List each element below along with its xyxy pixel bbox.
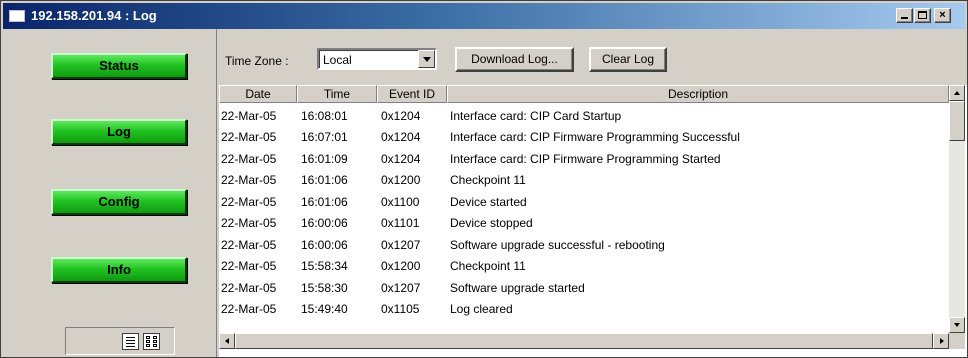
cell-time: 15:58:30 xyxy=(301,281,348,295)
cell-description: Log cleared xyxy=(450,302,513,316)
maximize-button[interactable] xyxy=(914,8,931,23)
cell-event-id: 0x1100 xyxy=(381,195,420,209)
cell-description: Interface card: CIP Firmware Programming… xyxy=(450,130,740,144)
nav-log-button[interactable]: Log xyxy=(51,119,187,145)
table-row[interactable]: 22-Mar-05 16:01:06 0x1200 Checkpoint 11 xyxy=(219,169,949,190)
cell-time: 16:07:01 xyxy=(301,130,348,144)
chevron-down-icon[interactable] xyxy=(418,50,435,68)
cell-time: 16:00:06 xyxy=(301,216,348,230)
cell-time: 15:49:40 xyxy=(301,302,348,316)
cell-event-id: 0x1204 xyxy=(381,130,421,144)
table-row[interactable]: 22-Mar-05 15:49:40 0x1105 Log cleared xyxy=(219,298,949,319)
cell-event-id: 0x1207 xyxy=(381,281,421,295)
close-button[interactable]: × xyxy=(934,8,951,23)
table-row[interactable]: 22-Mar-05 15:58:34 0x1200 Checkpoint 11 xyxy=(219,255,949,276)
cell-description: Software upgrade successful - rebooting xyxy=(450,238,665,252)
cell-date: 22-Mar-05 xyxy=(221,109,277,123)
scroll-up-icon[interactable] xyxy=(949,85,965,101)
vertical-scroll-thumb[interactable] xyxy=(949,101,965,141)
column-header-time[interactable]: Time xyxy=(297,85,377,103)
cell-description: Checkpoint 11 xyxy=(450,259,526,273)
log-window: 192.158.201.94 : Log × Status Log Config… xyxy=(0,0,968,358)
table-row[interactable]: 22-Mar-05 16:01:06 0x1100 Device started xyxy=(219,191,949,212)
cell-event-id: 0x1204 xyxy=(381,152,421,166)
download-log-button[interactable]: Download Log... xyxy=(455,47,574,72)
table-header: Date Time Event ID Description xyxy=(219,85,949,103)
cell-time: 16:01:06 xyxy=(301,173,348,187)
table-row[interactable]: 22-Mar-05 15:58:30 0x1207 Software upgra… xyxy=(219,277,949,298)
cell-event-id: 0x1101 xyxy=(381,216,420,230)
cell-description: Interface card: CIP Card Startup xyxy=(450,109,622,123)
cell-event-id: 0x1204 xyxy=(381,109,421,123)
cell-date: 22-Mar-05 xyxy=(221,302,277,316)
cell-event-id: 0x1105 xyxy=(381,302,420,316)
title-bar[interactable]: 192.158.201.94 : Log × xyxy=(3,3,965,29)
scrollbar-corner xyxy=(949,333,965,349)
column-header-description[interactable]: Description xyxy=(447,85,949,103)
scroll-left-icon[interactable] xyxy=(219,333,235,349)
cell-date: 22-Mar-05 xyxy=(221,238,277,252)
app-window-icon xyxy=(9,10,25,22)
maximize-icon xyxy=(918,11,927,19)
scroll-right-icon[interactable] xyxy=(933,333,949,349)
table-row[interactable]: 22-Mar-05 16:08:01 0x1204 Interface card… xyxy=(219,105,949,126)
cell-date: 22-Mar-05 xyxy=(221,195,277,209)
cell-date: 22-Mar-05 xyxy=(221,281,277,295)
table-row[interactable]: 22-Mar-05 16:01:09 0x1204 Interface card… xyxy=(219,148,949,169)
cell-description: Checkpoint 11 xyxy=(450,173,526,187)
list-view-icon[interactable] xyxy=(122,333,139,350)
cell-event-id: 0x1207 xyxy=(381,238,421,252)
cell-date: 22-Mar-05 xyxy=(221,130,277,144)
minimize-icon xyxy=(901,17,908,19)
vertical-scrollbar[interactable] xyxy=(949,85,965,333)
timezone-select[interactable]: Local xyxy=(317,48,437,70)
log-table: Date Time Event ID Description 22-Mar-05… xyxy=(219,85,967,357)
cell-time: 16:01:06 xyxy=(301,195,348,209)
column-header-date[interactable]: Date xyxy=(219,85,297,103)
horizontal-scrollbar[interactable] xyxy=(219,333,949,349)
horizontal-scroll-thumb[interactable] xyxy=(235,333,933,349)
view-toggle xyxy=(65,327,175,355)
table-row[interactable]: 22-Mar-05 16:07:01 0x1204 Interface card… xyxy=(219,126,949,147)
nav-info-button[interactable]: Info xyxy=(51,257,187,283)
timezone-value: Local xyxy=(323,53,352,67)
cell-date: 22-Mar-05 xyxy=(221,259,277,273)
table-row[interactable]: 22-Mar-05 16:00:06 0x1207 Software upgra… xyxy=(219,234,949,255)
cell-time: 16:01:09 xyxy=(301,152,348,166)
cell-time: 15:58:34 xyxy=(301,259,348,273)
cell-date: 22-Mar-05 xyxy=(221,216,277,230)
cell-date: 22-Mar-05 xyxy=(221,152,277,166)
column-header-event-id[interactable]: Event ID xyxy=(377,85,447,103)
window-title: 192.158.201.94 : Log xyxy=(31,8,157,23)
cell-time: 16:00:06 xyxy=(301,238,348,252)
timezone-label: Time Zone : xyxy=(225,54,289,68)
grid-view-icon[interactable] xyxy=(143,333,160,350)
minimize-button[interactable] xyxy=(896,8,913,23)
nav-config-button[interactable]: Config xyxy=(51,189,187,215)
cell-description: Device stopped xyxy=(450,216,533,230)
cell-description: Device started xyxy=(450,195,527,209)
cell-event-id: 0x1200 xyxy=(381,173,421,187)
nav-status-button[interactable]: Status xyxy=(51,53,187,79)
cell-time: 16:08:01 xyxy=(301,109,348,123)
side-navigation: Status Log Config Info xyxy=(3,29,217,357)
scroll-down-icon[interactable] xyxy=(949,317,965,333)
table-row[interactable]: 22-Mar-05 16:00:06 0x1101 Device stopped xyxy=(219,212,949,233)
cell-date: 22-Mar-05 xyxy=(221,173,277,187)
close-icon: × xyxy=(939,9,946,21)
cell-event-id: 0x1200 xyxy=(381,259,421,273)
cell-description: Software upgrade started xyxy=(450,281,585,295)
clear-log-button[interactable]: Clear Log xyxy=(589,47,667,72)
log-toolbar: Time Zone : Local Download Log... Clear … xyxy=(219,29,967,85)
cell-description: Interface card: CIP Firmware Programming… xyxy=(450,152,721,166)
